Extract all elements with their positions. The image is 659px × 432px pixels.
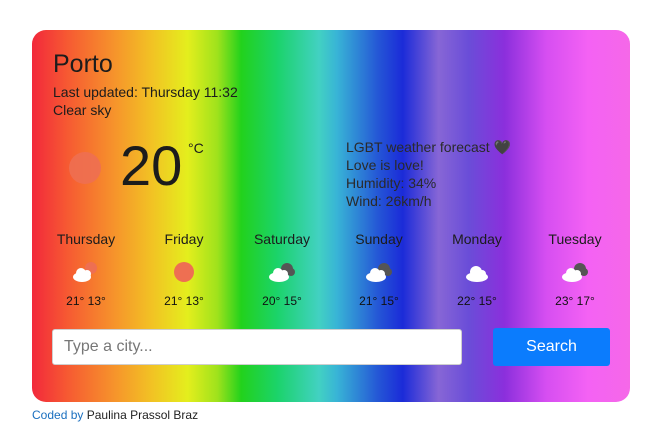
broken-clouds-icon <box>366 263 392 282</box>
forecast-day: Tuesday 23° 17° <box>525 231 625 308</box>
forecast-temps: 22° 15° <box>457 294 497 308</box>
broken-clouds-icon <box>269 263 295 282</box>
broken-clouds-icon <box>562 263 588 282</box>
temperature-unit: °C <box>188 140 204 156</box>
source-code-link[interactable]: Coded by <box>32 408 83 422</box>
forecast-day: Thursday 21° 13° <box>36 231 136 308</box>
forecast-day: Friday 21° 13° <box>134 231 234 308</box>
city-search-input[interactable] <box>52 329 462 365</box>
forecast-temps: 21° 15° <box>359 294 399 308</box>
forecast-temps: 20° 15° <box>262 294 302 308</box>
forecast-day: Monday 22° 15° <box>427 231 527 308</box>
forecast-day-name: Monday <box>452 231 502 247</box>
forecast-temps: 23° 17° <box>555 294 595 308</box>
forecast-day-name: Sunday <box>355 231 403 247</box>
weather-description: Clear sky <box>53 102 112 118</box>
forecast-title: LGBT weather forecast 🖤 <box>346 139 512 155</box>
forecast-day-name: Thursday <box>56 231 116 247</box>
cloud-icon <box>466 266 488 282</box>
weather-details: LGBT weather forecast 🖤 Love is love! Hu… <box>346 138 511 210</box>
sun-icon <box>174 262 194 282</box>
wind: Wind: 26km/h <box>346 193 432 209</box>
forecast-day: Saturday 20° 15° <box>232 231 332 308</box>
humidity: Humidity: 34% <box>346 175 437 191</box>
last-updated: Last updated: Thursday 11:32 <box>53 84 238 100</box>
sun-icon <box>69 152 101 184</box>
current-temperature: 20 <box>120 134 183 197</box>
forecast-temps: 21° 13° <box>66 294 106 308</box>
city-name: Porto <box>53 50 113 78</box>
sun-cloud-icon <box>73 262 97 282</box>
forecast-day-name: Friday <box>164 231 204 247</box>
author-name: Paulina Prassol Braz <box>86 408 199 422</box>
search-button[interactable]: Search <box>493 328 610 366</box>
footer: Coded by Paulina Prassol Braz <box>32 408 198 422</box>
forecast-day: Sunday 21° 15° <box>329 231 429 308</box>
forecast-day-name: Saturday <box>253 231 311 247</box>
weather-card: Porto Last updated: Thursday 11:32 Clear… <box>32 30 630 402</box>
forecast-temps: 21° 13° <box>164 294 204 308</box>
forecast-day-name: Tuesday <box>548 231 602 247</box>
forecast-row: Thursday 21° 13° Friday 21° 13° Saturday… <box>32 231 630 321</box>
slogan: Love is love! <box>346 157 424 173</box>
